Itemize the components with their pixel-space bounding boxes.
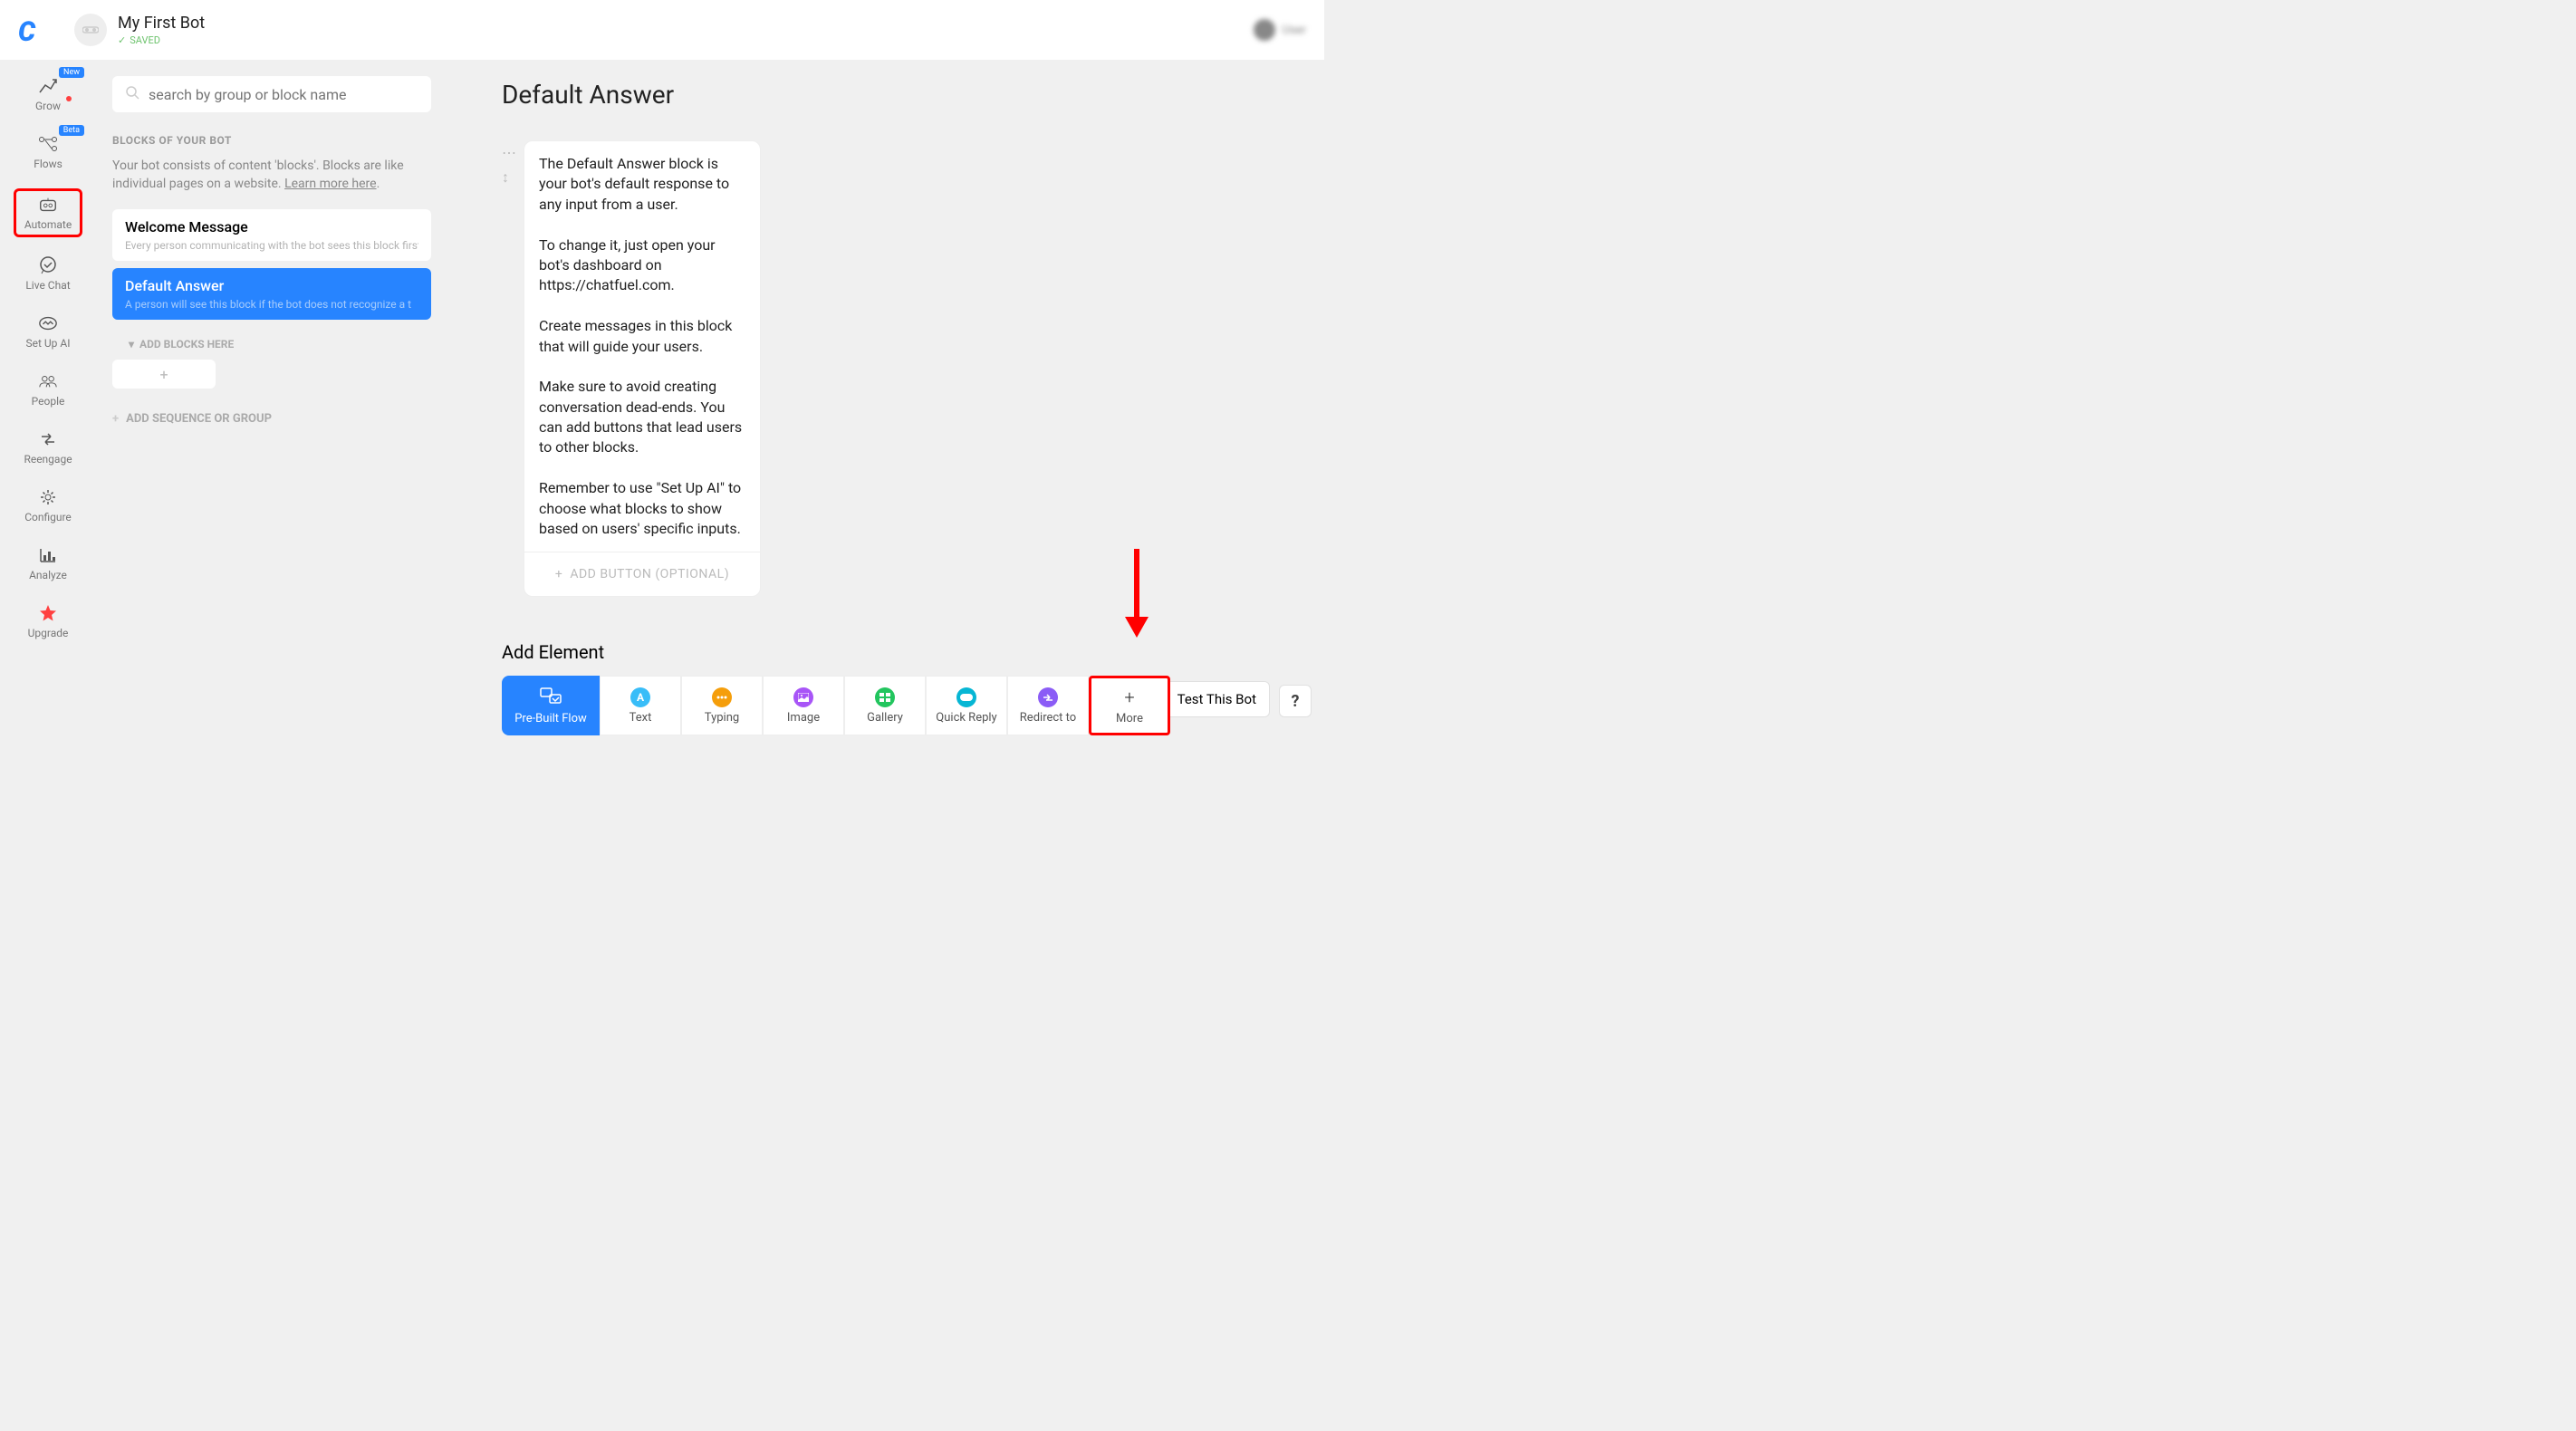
text-card[interactable]: The Default Answer block is your bot's d… bbox=[524, 140, 761, 597]
nav-people[interactable]: People bbox=[14, 368, 82, 411]
left-nav: New Grow Beta Flows Automate Live Chat bbox=[0, 60, 96, 735]
element-more[interactable]: + More bbox=[1089, 676, 1170, 735]
editor-title[interactable]: Default Answer bbox=[502, 80, 1313, 110]
app-logo[interactable]: C bbox=[18, 16, 45, 43]
element-quickreply[interactable]: Quick Reply bbox=[926, 676, 1007, 735]
bot-avatar[interactable] bbox=[74, 14, 107, 46]
quickreply-icon bbox=[956, 687, 976, 707]
help-button[interactable]: ? bbox=[1279, 685, 1312, 717]
add-element-section: Add Element Pre-Built Flow A Text Typi bbox=[502, 641, 1170, 735]
nav-upgrade[interactable]: Upgrade bbox=[14, 600, 82, 643]
image-icon bbox=[793, 687, 813, 707]
badge-beta: Beta bbox=[59, 125, 84, 136]
add-sequence-button[interactable]: + ADD SEQUENCE OR GROUP bbox=[112, 412, 442, 426]
nav-configure[interactable]: Configure bbox=[14, 484, 82, 527]
block-default-answer[interactable]: Default Answer A person will see this bl… bbox=[112, 268, 431, 320]
text-icon: A bbox=[630, 687, 650, 707]
reengage-icon bbox=[38, 429, 58, 449]
blocks-section-label: BLOCKS OF YOUR BOT bbox=[112, 134, 442, 147]
ai-icon bbox=[38, 313, 58, 333]
check-icon: ✓ bbox=[118, 34, 126, 46]
flow-icon bbox=[539, 687, 562, 708]
element-redirect[interactable]: Redirect to bbox=[1007, 676, 1089, 735]
blocks-section-desc: Your bot consists of content 'blocks'. B… bbox=[112, 158, 420, 193]
drag-icon[interactable]: ↕ bbox=[502, 168, 516, 187]
nav-reengage[interactable]: Reengage bbox=[14, 426, 82, 469]
block-handles: ⋯ ↕ bbox=[502, 140, 516, 187]
search-icon bbox=[125, 85, 139, 103]
chevron-down-icon: ▾ bbox=[129, 338, 134, 351]
add-block-button[interactable]: + bbox=[112, 360, 216, 389]
analyze-icon bbox=[38, 545, 58, 565]
add-button-row[interactable]: + ADD BUTTON (OPTIONAL) bbox=[524, 552, 760, 596]
add-blocks-header[interactable]: ▾ ADD BLOCKS HERE bbox=[129, 338, 442, 351]
blocks-panel: BLOCKS OF YOUR BOT Your bot consists of … bbox=[96, 60, 458, 735]
badge-new: New bbox=[59, 67, 84, 78]
saved-status: ✓ SAVED bbox=[118, 34, 205, 46]
plus-icon: + bbox=[1124, 687, 1134, 708]
user-avatar-icon bbox=[1254, 19, 1275, 41]
search-box[interactable] bbox=[112, 76, 431, 112]
top-header: C My First Bot ✓ SAVED User bbox=[0, 0, 1324, 60]
livechat-icon bbox=[38, 255, 58, 275]
element-row: Pre-Built Flow A Text Typing Image bbox=[502, 676, 1170, 735]
element-prebuilt-flow[interactable]: Pre-Built Flow bbox=[502, 676, 600, 735]
gallery-icon bbox=[875, 687, 895, 707]
plus-icon: + bbox=[555, 567, 562, 581]
more-icon[interactable]: ⋯ bbox=[502, 144, 516, 161]
nav-setupai[interactable]: Set Up AI bbox=[14, 310, 82, 353]
element-text[interactable]: A Text bbox=[600, 676, 681, 735]
people-icon bbox=[38, 371, 58, 391]
block-welcome-message[interactable]: Welcome Message Every person communicati… bbox=[112, 209, 431, 261]
plus-icon: + bbox=[112, 412, 119, 426]
bot-title-area: My First Bot ✓ SAVED bbox=[118, 14, 205, 46]
bot-title[interactable]: My First Bot bbox=[118, 14, 205, 33]
plus-icon: + bbox=[159, 366, 168, 383]
element-image[interactable]: Image bbox=[763, 676, 844, 735]
nav-automate[interactable]: Automate bbox=[14, 188, 82, 237]
typing-icon bbox=[712, 687, 732, 707]
grow-icon bbox=[38, 76, 58, 96]
add-element-title: Add Element bbox=[502, 641, 1170, 663]
redirect-icon bbox=[1038, 687, 1058, 707]
star-icon bbox=[38, 603, 58, 623]
flows-icon bbox=[38, 134, 58, 154]
gear-icon bbox=[38, 487, 58, 507]
search-input[interactable] bbox=[149, 86, 418, 103]
text-content[interactable]: The Default Answer block is your bot's d… bbox=[524, 141, 760, 552]
nav-grow[interactable]: New Grow bbox=[14, 72, 82, 116]
editor-area: Default Answer ⋯ ↕ The Default Answer bl… bbox=[458, 60, 1324, 735]
nav-analyze[interactable]: Analyze bbox=[14, 542, 82, 585]
text-block-row: ⋯ ↕ The Default Answer block is your bot… bbox=[502, 140, 1313, 597]
element-gallery[interactable]: Gallery bbox=[844, 676, 926, 735]
automate-icon bbox=[38, 195, 58, 215]
learn-more-link[interactable]: Learn more here bbox=[284, 177, 376, 191]
nav-flows[interactable]: Beta Flows bbox=[14, 130, 82, 174]
nav-livechat[interactable]: Live Chat bbox=[14, 252, 82, 295]
user-menu[interactable]: User bbox=[1254, 19, 1306, 41]
element-typing[interactable]: Typing bbox=[681, 676, 763, 735]
